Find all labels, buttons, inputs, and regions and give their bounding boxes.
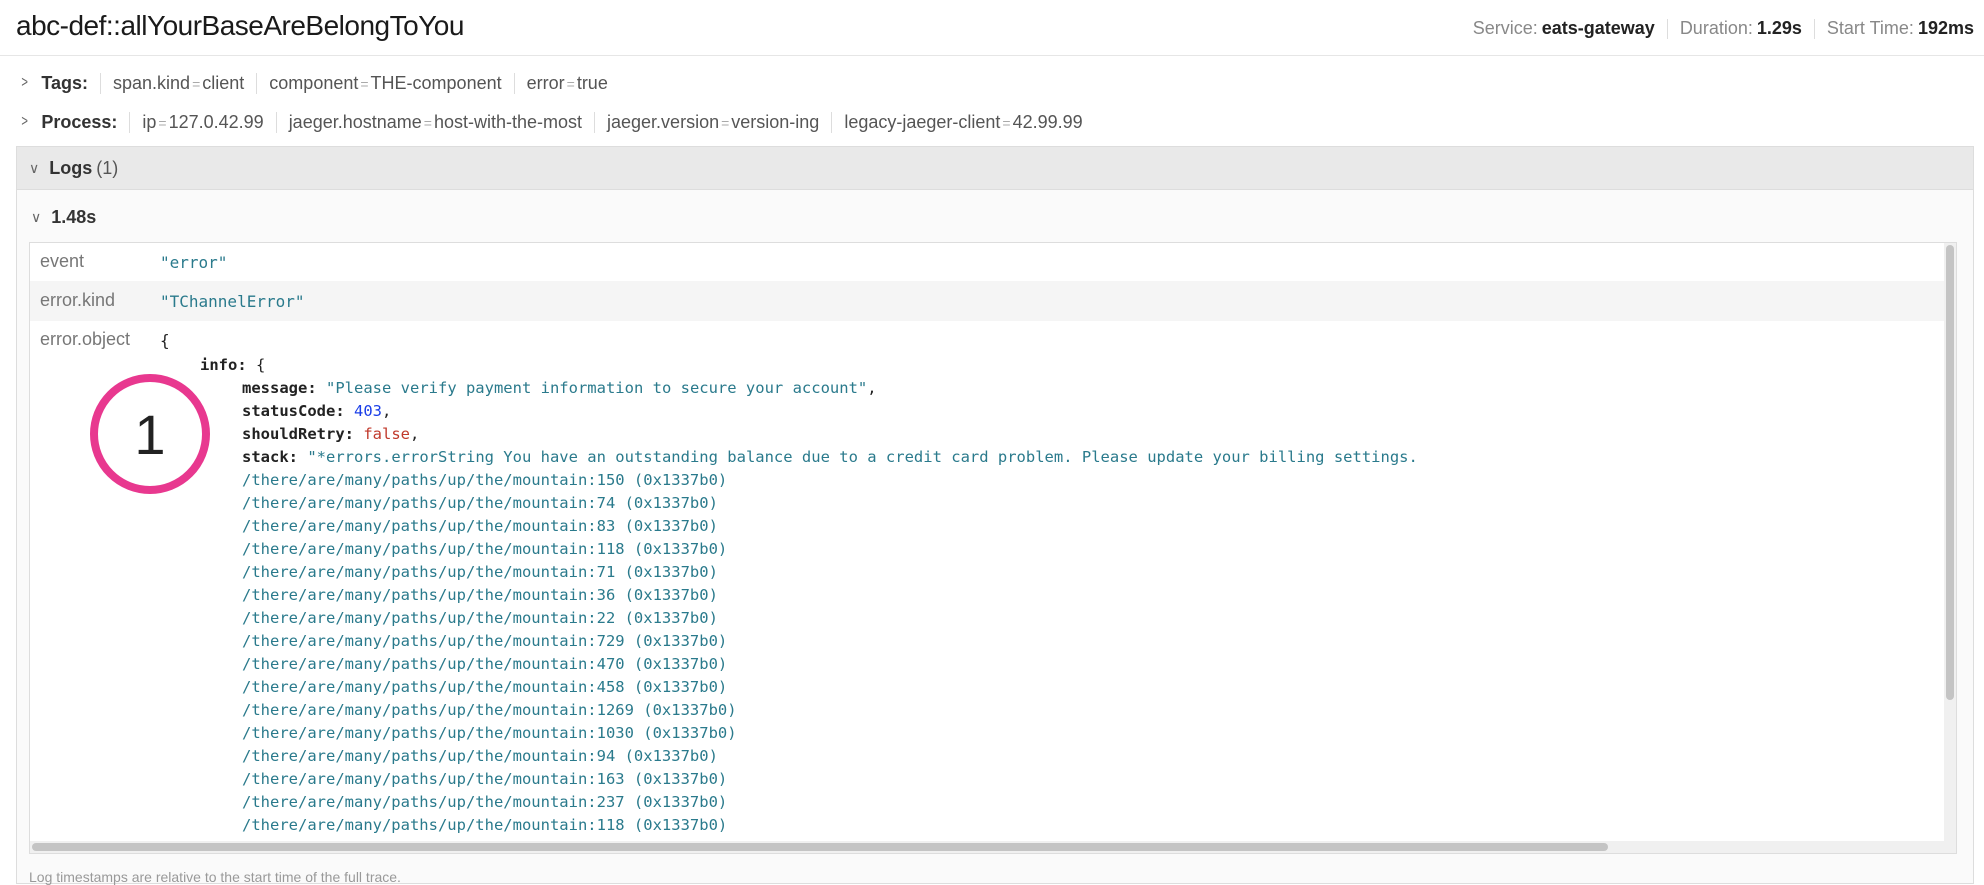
stack-trace-line: /there/are/many/paths/up/the/mountain:11… — [242, 540, 728, 558]
logs-header[interactable]: ∨ Logs (1) — [17, 147, 1973, 190]
log-entry-header[interactable]: ∨ 1.48s — [31, 207, 96, 228]
stack-trace-line: /there/are/many/paths/up/the/mountain:11… — [242, 816, 728, 834]
process-pair: legacy-jaeger-client = 42.99.99 — [831, 111, 1094, 133]
service-value: eats-gateway — [1541, 18, 1655, 38]
logs-label: Logs — [49, 157, 93, 178]
stack-trace-line: /there/are/many/paths/up/the/mountain:74… — [242, 494, 718, 512]
equals-sign: = — [158, 114, 167, 131]
process-pair: jaeger.version = version-ing — [594, 111, 831, 133]
field-value: "error" — [160, 253, 228, 272]
process-key: legacy-jaeger-client — [844, 111, 1001, 132]
vertical-scroll-thumb[interactable] — [1946, 245, 1954, 700]
process-label: Process: — [41, 111, 118, 132]
process-key: jaeger.version — [607, 111, 720, 132]
json-key: info: — [200, 356, 247, 374]
span-meta: Service: eats-gateway Duration: 1.29s St… — [1473, 18, 1974, 39]
equals-sign: = — [360, 75, 369, 92]
tag-key: span.kind — [113, 72, 191, 93]
log-field-row: error.object { info: { message: "Please … — [30, 321, 1946, 843]
equals-sign: = — [566, 75, 575, 92]
annotation-marker: 1 — [90, 374, 210, 494]
service-meta: Service: eats-gateway — [1473, 18, 1655, 39]
horizontal-scrollbar[interactable] — [30, 841, 1956, 853]
stack-trace-line: /there/are/many/paths/up/the/mountain:94… — [242, 747, 718, 765]
process-pair: jaeger.hostname = host-with-the-most — [275, 111, 594, 133]
stack-trace-line: /there/are/many/paths/up/the/mountain:71… — [242, 563, 718, 581]
tag-pair: error = true — [513, 72, 620, 94]
process-value: 127.0.42.99 — [168, 111, 264, 132]
tags-row[interactable]: > Tags: span.kind = client component = THE-c… — [20, 65, 620, 101]
log-field-row: event "error" — [30, 243, 1946, 281]
tag-value: true — [576, 72, 608, 93]
process-value: host-with-the-most — [433, 111, 583, 132]
process-pair: ip = 127.0.42.99 — [129, 111, 275, 133]
stack-trace-line: /there/are/many/paths/up/the/mountain:72… — [242, 632, 728, 650]
span-title: abc-def::allYourBaseAreBelongToYou — [16, 10, 464, 41]
service-label: Service: — [1472, 18, 1538, 38]
json-string: "Please verify payment information to se… — [326, 379, 868, 397]
stack-trace-line: /there/are/many/paths/up/the/mountain:22… — [242, 609, 718, 627]
stack-trace-line: /there/are/many/paths/up/the/mountain:16… — [242, 770, 728, 788]
logs-section: ∨ Logs (1) ∨ 1.48s event "error" error.k… — [16, 146, 1974, 885]
tag-pair: component = THE-component — [256, 72, 513, 94]
duration-label: Duration: — [1679, 18, 1753, 38]
tag-value: THE-component — [370, 72, 502, 93]
log-field-row: error.kind "TChannelError" — [30, 281, 1946, 321]
process-value: version-ing — [731, 111, 820, 132]
stack-trace-line: /there/are/many/paths/up/the/mountain:45… — [242, 678, 728, 696]
span-header: abc-def::allYourBaseAreBelongToYou Servi… — [0, 0, 1984, 56]
field-key: error.kind — [40, 290, 116, 310]
vertical-scrollbar[interactable] — [1944, 243, 1956, 853]
stack-trace-line: /there/are/many/paths/up/the/mountain:12… — [242, 701, 737, 719]
field-value: "TChannelError" — [160, 292, 305, 311]
chevron-right-icon[interactable]: > — [21, 113, 28, 131]
json-boolean: false — [363, 425, 410, 443]
logs-count: (1) — [96, 157, 119, 178]
logs-footnote: Log timestamps are relative to the start… — [29, 869, 401, 885]
json-number: 403 — [354, 402, 382, 420]
stack-trace-lines: /there/are/many/paths/up/the/mountain:15… — [160, 471, 737, 834]
meta-divider — [1666, 18, 1668, 39]
chevron-right-icon[interactable]: > — [21, 74, 28, 92]
equals-sign: = — [1002, 114, 1011, 131]
tags-label: Tags: — [41, 72, 89, 93]
equals-sign: = — [721, 114, 730, 131]
meta-divider — [1813, 18, 1815, 39]
equals-sign: = — [423, 114, 432, 131]
start-time-label: Start Time: — [1826, 18, 1914, 38]
tag-key: component — [269, 72, 359, 93]
stack-trace-line: /there/are/many/paths/up/the/mountain:10… — [242, 724, 737, 742]
chevron-down-icon[interactable]: ∨ — [31, 209, 41, 226]
log-fields-table: event "error" error.kind "TChannelError"… — [29, 242, 1957, 854]
stack-trace-line: /there/are/many/paths/up/the/mountain:36… — [242, 586, 718, 604]
process-value: 42.99.99 — [1012, 111, 1083, 132]
stack-trace-line: /there/are/many/paths/up/the/mountain:15… — [242, 471, 728, 489]
field-value: { — [160, 331, 170, 350]
process-key: ip — [142, 111, 157, 132]
duration-meta: Duration: 1.29s — [1680, 18, 1802, 39]
stack-trace-line: /there/are/many/paths/up/the/mountain:83… — [242, 517, 718, 535]
chevron-down-icon[interactable]: ∨ — [29, 160, 39, 177]
tag-value: client — [202, 72, 245, 93]
process-key: jaeger.hostname — [288, 111, 422, 132]
json-string: "*errors.errorString You have an outstan… — [307, 448, 1418, 466]
tag-pair: span.kind = client — [100, 72, 256, 94]
field-key: error.object — [40, 329, 131, 349]
equals-sign: = — [192, 75, 201, 92]
process-row[interactable]: > Process: ip = 127.0.42.99 jaeger.hostnam… — [20, 104, 1095, 140]
field-key: event — [40, 251, 85, 271]
start-time-meta: Start Time: 192ms — [1827, 18, 1974, 39]
start-time-value: 192ms — [1917, 18, 1974, 38]
error-object-json: info: { message: "Please verify payment … — [160, 354, 1418, 837]
horizontal-scroll-thumb[interactable] — [32, 843, 1608, 851]
tag-key: error — [526, 72, 565, 93]
log-timestamp: 1.48s — [51, 207, 97, 227]
stack-trace-line: /there/are/many/paths/up/the/mountain:47… — [242, 655, 728, 673]
duration-value: 1.29s — [1756, 18, 1802, 38]
json-brace: { — [246, 356, 266, 374]
annotation-number: 1 — [134, 402, 166, 466]
stack-trace-line: /there/are/many/paths/up/the/mountain:23… — [242, 793, 728, 811]
